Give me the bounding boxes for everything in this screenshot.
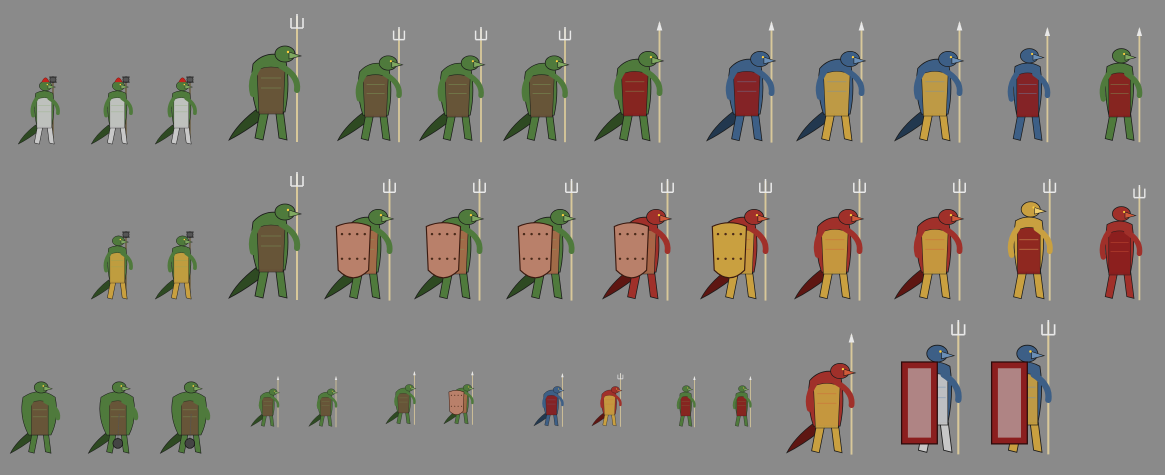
armored-lizardman-flail-1 [17, 66, 73, 147]
lizardman-shield-bronze-1 [323, 178, 409, 303]
lizardman-trident-3 [418, 27, 499, 144]
lizardman-tower-shield-2 [979, 319, 1074, 457]
armored-lizardman-flail-3 [154, 66, 210, 147]
gold-armored-lizardman-mace-2 [154, 221, 210, 302]
lizardman-gold-armor-red-1 [793, 178, 879, 303]
lizardman-tower-shield-1 [889, 319, 984, 457]
lizardman-shield-bronze-3 [505, 178, 591, 303]
small-lizardman-5 [533, 373, 571, 428]
lizardman-gold-armor-2 [893, 20, 979, 145]
lizardman-trident-4 [502, 27, 583, 144]
small-lizardman-6 [591, 373, 629, 428]
gold-armored-lizardman-mace-1 [90, 221, 146, 302]
lizardman-trident-upright-2 [1080, 185, 1161, 302]
lizardman-gold-armor-1 [795, 20, 881, 145]
lizardman-spear-red-cloth-1 [593, 20, 679, 145]
small-lizardman-8 [724, 376, 760, 428]
brute-lizardman-ball-chain-2 [159, 365, 222, 456]
small-lizardman-4 [443, 371, 481, 426]
sprite-sheet [0, 0, 1165, 475]
lizardman-spear-upright-1 [988, 27, 1069, 144]
lizardman-shield-bronze-2 [413, 178, 499, 303]
small-lizardman-3 [385, 371, 423, 426]
small-lizardman-7 [668, 376, 704, 428]
lizardman-shield-red-1 [601, 178, 687, 303]
lizardman-trident-2 [336, 27, 417, 144]
brute-lizardman-1 [9, 365, 72, 456]
armored-lizardman-flail-2 [90, 66, 146, 147]
small-lizardman-2 [308, 376, 344, 428]
lizardman-gold-armor-blue-1 [893, 178, 979, 303]
lizardman-spear-red-cloth-2 [705, 20, 791, 145]
lizardman-trident-upright-1 [987, 178, 1073, 303]
lizardman-trident-1 [227, 14, 317, 144]
brute-lizardman-ball-chain-1 [87, 365, 150, 456]
lizardman-trident-finned [227, 172, 317, 302]
lizardman-spear-upright-2 [1080, 27, 1161, 144]
lizardman-shield-gold-1 [699, 178, 785, 303]
small-lizardman-1 [250, 376, 286, 428]
gold-winged-lizardman [785, 332, 871, 457]
